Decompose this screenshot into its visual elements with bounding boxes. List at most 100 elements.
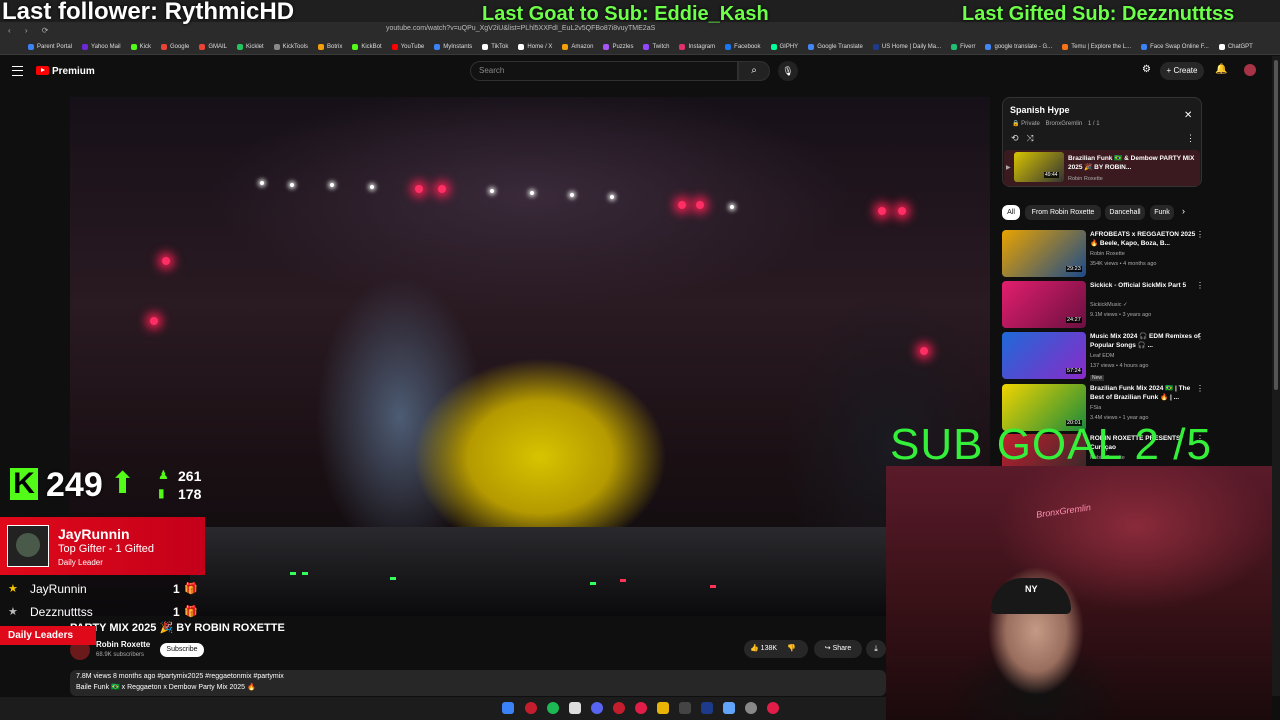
bookmark-item[interactable]: Google Translate bbox=[808, 43, 863, 50]
recommendation-channel[interactable]: SickickMusic ✓ bbox=[1090, 302, 1128, 308]
opera-icon[interactable] bbox=[525, 702, 537, 714]
cast-icon[interactable]: ⚙ bbox=[1142, 64, 1151, 75]
steam-icon[interactable] bbox=[701, 702, 713, 714]
youtube-logo-icon[interactable] bbox=[36, 66, 49, 75]
share-button[interactable]: ↪ Share bbox=[814, 640, 862, 658]
recommendation-channel[interactable]: Robin Roxette bbox=[1090, 251, 1125, 257]
bookmark-item[interactable]: KickTools bbox=[273, 43, 308, 50]
chevron-right-icon[interactable]: › bbox=[1182, 206, 1185, 216]
more-options-icon[interactable]: ⋮ bbox=[1186, 133, 1195, 144]
map-pin-icon[interactable] bbox=[635, 702, 647, 714]
recommendation-title[interactable]: Sickick - Official SickMix Part 5 bbox=[1090, 281, 1200, 290]
bookmark-item[interactable]: KickBot bbox=[352, 43, 382, 50]
playlist-item-title[interactable]: Brazilian Funk 🇧🇷 & Dembow PARTY MIX 202… bbox=[1068, 154, 1198, 172]
recommendation-title[interactable]: Music Mix 2024 🎧 EDM Remixes of Popular … bbox=[1090, 332, 1200, 350]
playlist-owner[interactable]: BronxGremlin bbox=[1046, 121, 1083, 127]
more-options-icon[interactable]: ⋮ bbox=[1196, 384, 1204, 393]
playlist-title[interactable]: Spanish Hype bbox=[1010, 105, 1070, 115]
microphone-icon[interactable]: 🎙 bbox=[778, 61, 798, 81]
bookmark-item[interactable]: Botrix bbox=[318, 43, 343, 50]
browser-nav-icons[interactable]: ‹ › ⟳ bbox=[8, 26, 54, 35]
discord-icon[interactable] bbox=[591, 702, 603, 714]
subscribe-button[interactable]: Subscribe bbox=[160, 643, 204, 657]
notifications-icon[interactable]: 🔔 bbox=[1215, 64, 1227, 75]
recommendation-meta: 137 views • 4 hours ago bbox=[1090, 363, 1149, 369]
top-gifter-desc: Top Gifter - 1 Gifted bbox=[58, 543, 154, 555]
obs-icon[interactable] bbox=[613, 702, 625, 714]
bookmark-item[interactable]: Kick bbox=[130, 43, 151, 50]
bookmark-item[interactable]: Twitch bbox=[643, 43, 669, 50]
bookmark-item[interactable]: google translate - G... bbox=[985, 43, 1052, 50]
bookmark-item[interactable]: Google bbox=[160, 43, 190, 50]
bookmark-item[interactable]: Puzzles bbox=[603, 43, 634, 50]
recommendation-channel[interactable]: FSia bbox=[1090, 405, 1101, 411]
like-icon[interactable]: 👍 bbox=[750, 645, 759, 652]
bookmark-icon bbox=[872, 43, 879, 50]
playlist-item-channel[interactable]: Robin Roxette bbox=[1068, 176, 1103, 182]
bookmark-icon bbox=[199, 43, 206, 50]
photos-icon[interactable] bbox=[723, 702, 735, 714]
like-count[interactable]: 138K bbox=[761, 645, 777, 652]
channel-name[interactable]: Robin Roxette bbox=[96, 640, 150, 649]
bookmark-label: GMAIL bbox=[208, 43, 227, 50]
bookmark-item[interactable]: YouTube bbox=[391, 43, 424, 50]
video-player[interactable] bbox=[70, 97, 990, 616]
arrow-up-icon: ⬆ bbox=[110, 467, 136, 500]
sub-goal-overlay: SUB GOAL 2 /5 bbox=[890, 420, 1212, 469]
loop-icon[interactable]: ⟲ bbox=[1011, 133, 1027, 143]
bookmark-item[interactable]: TikTok bbox=[482, 43, 508, 50]
chip-all[interactable]: All bbox=[1002, 205, 1020, 220]
bookmark-item[interactable]: GMAIL bbox=[199, 43, 227, 50]
kick-followers-count: 261 bbox=[178, 468, 202, 484]
bookmark-item[interactable]: MyInstants bbox=[434, 43, 472, 50]
chip-dancehall[interactable]: Dancehall bbox=[1105, 205, 1145, 220]
chip-from-robin-roxette[interactable]: From Robin Roxette bbox=[1025, 205, 1101, 220]
bookmark-item[interactable]: US Home | Daily Ma... bbox=[872, 43, 941, 50]
shuffle-icon[interactable]: ⤨ bbox=[1027, 133, 1042, 143]
recommendation-title[interactable]: Brazilian Funk Mix 2024 🇧🇷 | The Best of… bbox=[1090, 384, 1200, 402]
bookmark-item[interactable]: Instagram bbox=[679, 43, 715, 50]
app-icon[interactable] bbox=[679, 702, 691, 714]
recommendation-title[interactable]: AFROBEATS x REGGAETON 2025 🔥 Beele, Kapo… bbox=[1090, 230, 1200, 248]
chip-funk[interactable]: Funk bbox=[1150, 205, 1174, 220]
bookmark-icon bbox=[482, 43, 489, 50]
bookmark-item[interactable]: Parent Portal bbox=[28, 43, 72, 50]
search-input[interactable]: Search bbox=[470, 61, 738, 81]
bookmark-icon bbox=[160, 43, 167, 50]
bookmark-item[interactable]: Face Swap Online F... bbox=[1141, 43, 1209, 50]
settings-icon[interactable] bbox=[745, 702, 757, 714]
premium-label[interactable]: Premium bbox=[52, 66, 95, 77]
bookmark-item[interactable]: GIPHY bbox=[770, 43, 798, 50]
bookmark-item[interactable]: Yahoo Mail bbox=[82, 43, 121, 50]
search-icon[interactable]: ⌕ bbox=[738, 61, 770, 81]
scrollbar-thumb[interactable] bbox=[1274, 60, 1278, 390]
account-avatar[interactable] bbox=[1244, 64, 1256, 76]
dislike-icon[interactable]: 👎 bbox=[787, 645, 796, 652]
bookmark-item[interactable]: Home / X bbox=[518, 43, 552, 50]
bookmark-label: Botrix bbox=[327, 43, 343, 50]
recommendation-channel[interactable]: Leaf EDM bbox=[1090, 353, 1114, 359]
bookmark-label: Facebook bbox=[734, 43, 761, 50]
more-options-icon[interactable]: ⋮ bbox=[1196, 332, 1204, 341]
more-options-icon[interactable]: ⋮ bbox=[1196, 281, 1204, 290]
close-icon[interactable]: ✕ bbox=[1184, 110, 1192, 121]
menu-icon[interactable] bbox=[12, 66, 23, 76]
create-button[interactable]: + Create bbox=[1160, 62, 1204, 80]
more-options-icon[interactable]: ⋮ bbox=[1196, 230, 1204, 239]
app-icon[interactable] bbox=[569, 702, 581, 714]
url-text[interactable]: youtube.com/watch?v=uQPu_XgV2iU&list=PLh… bbox=[386, 25, 655, 32]
bookmark-label: Google bbox=[169, 43, 190, 50]
bookmark-item[interactable]: Facebook bbox=[725, 43, 761, 50]
download-icon[interactable]: ⤓ bbox=[866, 640, 886, 658]
bookmark-item[interactable]: Fiverr bbox=[951, 43, 975, 50]
playlist-privacy: Private bbox=[1021, 121, 1040, 127]
bookmark-item[interactable]: Amazon bbox=[562, 43, 593, 50]
folder-icon[interactable] bbox=[657, 702, 669, 714]
spotify-icon[interactable] bbox=[547, 702, 559, 714]
bookmark-label: Puzzles bbox=[612, 43, 634, 50]
bookmark-item[interactable]: Kicklet bbox=[236, 43, 264, 50]
start-icon[interactable] bbox=[502, 702, 514, 714]
bookmark-item[interactable]: ChatGPT bbox=[1218, 43, 1253, 50]
bookmark-item[interactable]: Temu | Explore the L... bbox=[1062, 43, 1131, 50]
app-icon[interactable] bbox=[767, 702, 779, 714]
